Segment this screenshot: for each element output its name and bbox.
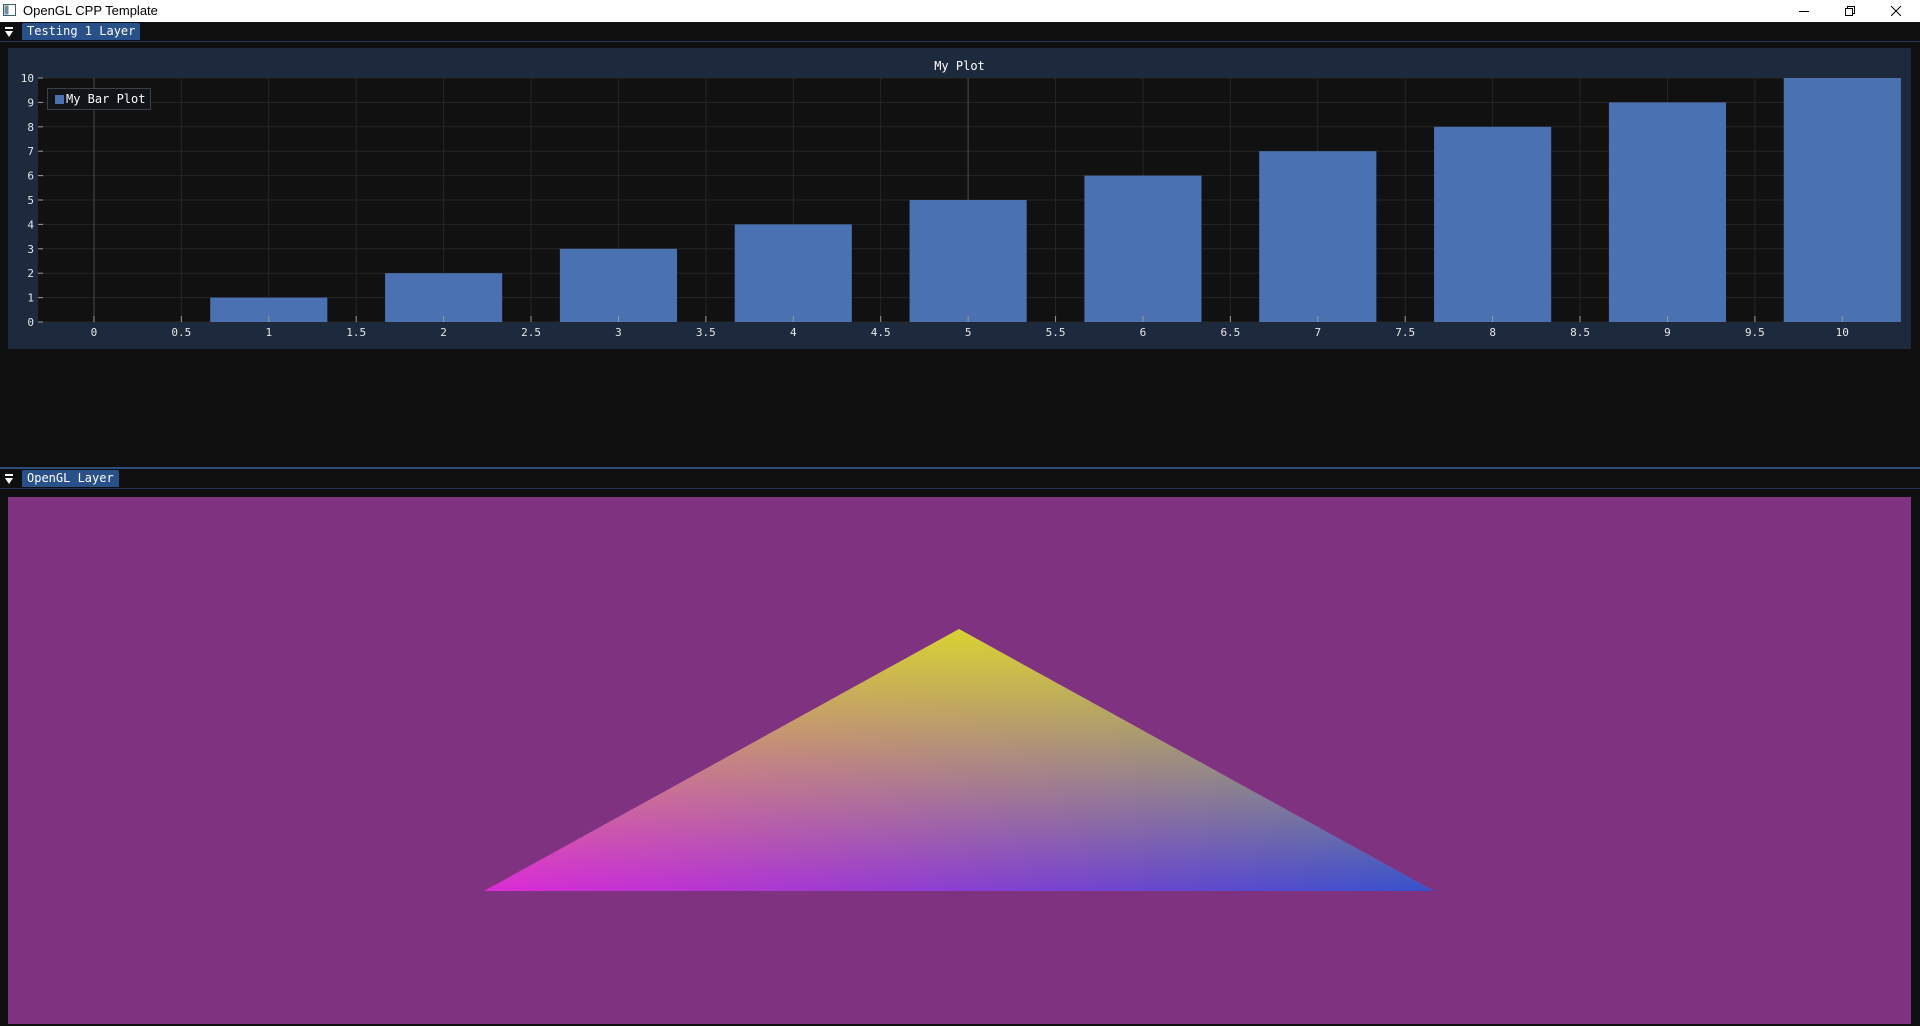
x-tick-label: 2.5: [521, 326, 541, 339]
plot-frame[interactable]: My Plot 0 0.5 1 1.5 2 2.5 3 3.5 4 4.5 5 5.5 6 6.5 7 7.5…: [8, 48, 1911, 349]
plot-legend[interactable]: My Bar Plot: [47, 88, 152, 110]
window-titlebar[interactable]: OpenGL CPP Template: [0, 0, 1920, 22]
window-app-icon: [3, 4, 16, 16]
triangle-down-icon: [5, 474, 13, 484]
minimize-icon: [1799, 11, 1809, 12]
y-tick-label: 10: [21, 72, 34, 85]
x-tick-label: 10: [1836, 326, 1849, 339]
close-icon: [1891, 6, 1901, 16]
bar: [559, 248, 678, 322]
x-tick-label: 0.5: [171, 326, 191, 339]
tab-testing-1-layer[interactable]: Testing 1 Layer: [22, 23, 141, 40]
x-tick-label: 2: [440, 326, 447, 339]
x-tick-label: 9.5: [1745, 326, 1765, 339]
x-tick-label: 8.5: [1570, 326, 1590, 339]
collapse-toggle-top[interactable]: [3, 25, 17, 39]
window-title: OpenGL CPP Template: [23, 3, 158, 18]
y-tick-label: 8: [27, 121, 34, 134]
y-tick-label: 2: [27, 267, 34, 280]
bar: [909, 200, 1027, 322]
y-tick-label: 7: [27, 145, 34, 158]
x-tick-label: 0: [91, 326, 98, 339]
y-tick-label: 3: [27, 243, 34, 256]
x-tick-label: 7.5: [1395, 326, 1415, 339]
bar: [1259, 151, 1377, 322]
rendered-triangle: [484, 629, 1434, 891]
y-tick-label: 0: [27, 316, 34, 329]
tab-opengl-layer[interactable]: OpenGL Layer: [22, 470, 119, 487]
triangle-down-icon: [5, 27, 13, 37]
restore-button[interactable]: [1827, 0, 1873, 22]
legend-label: My Bar Plot: [66, 92, 146, 106]
collapse-toggle-bottom[interactable]: [3, 472, 17, 486]
x-tick-label: 3: [615, 326, 622, 339]
x-tick-label: 3.5: [696, 326, 716, 339]
x-tick-label: 1: [265, 326, 272, 339]
legend-swatch: [55, 94, 64, 104]
y-tick-label: 4: [27, 218, 34, 231]
opengl-viewport[interactable]: [8, 497, 1911, 1024]
bar-chart[interactable]: 0 0.5 1 1.5 2 2.5 3 3.5 4 4.5 5 5.5 6 6.5 7 7.5 8 8.5 9 9.5…: [8, 48, 1911, 349]
y-tick-label: 5: [27, 194, 34, 207]
x-tick-label: 8: [1489, 326, 1496, 339]
close-button[interactable]: [1873, 0, 1919, 22]
testing-layer-tabbar: Testing 1 Layer: [0, 22, 1920, 42]
bar: [1783, 78, 1901, 322]
x-tick-label: 6.5: [1220, 326, 1240, 339]
restore-icon: [1845, 6, 1855, 16]
bar: [734, 224, 852, 322]
y-tick-label: 1: [27, 292, 34, 305]
x-tick-label: 6: [1140, 326, 1147, 339]
x-tick-label: 7: [1314, 326, 1321, 339]
bar: [1608, 102, 1727, 323]
bar: [385, 273, 503, 322]
x-tick-label: 1.5: [346, 326, 366, 339]
x-tick-label: 9: [1664, 326, 1671, 339]
x-tick-label: 4.5: [871, 326, 891, 339]
bar: [1084, 175, 1202, 322]
opengl-layer-tabbar: OpenGL Layer: [0, 469, 1920, 489]
x-tick-label: 5: [965, 326, 972, 339]
y-tick-label: 9: [27, 96, 34, 109]
x-tick-label: 4: [790, 326, 797, 339]
y-tick-label: 6: [27, 170, 34, 183]
x-tick-label: 5.5: [1046, 326, 1066, 339]
minimize-button[interactable]: [1781, 0, 1827, 22]
bar: [1434, 126, 1552, 322]
